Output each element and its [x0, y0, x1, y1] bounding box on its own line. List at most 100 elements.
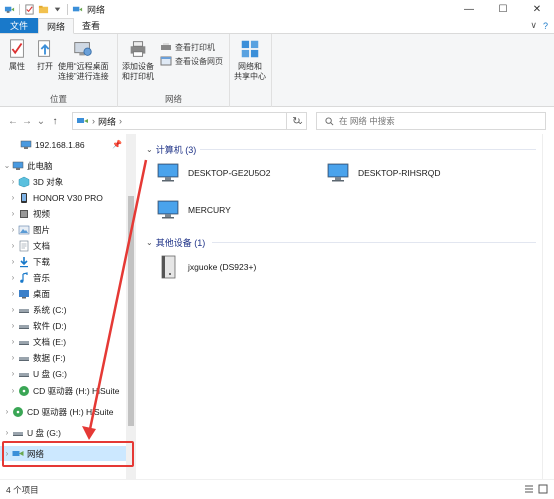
desktop-icon — [19, 289, 29, 298]
details-view-icon[interactable] — [524, 484, 534, 494]
sidebar-item-usb-g[interactable]: › U 盘 (G:) — [0, 366, 126, 381]
group-divider — [212, 242, 536, 243]
customize-icon[interactable] — [52, 4, 63, 15]
view-device-page-button[interactable]: 查看设备网页 — [160, 55, 223, 67]
maximize-button[interactable]: ☐ — [486, 0, 520, 18]
sidebar-scrollbar-thumb[interactable] — [128, 196, 134, 426]
computer-item[interactable]: DESKTOP-GE2U5O2 — [156, 160, 271, 186]
computer-item[interactable]: DESKTOP-RIHSRQD — [326, 160, 441, 186]
sidebar-item-quick-host[interactable]: 192.168.1.86 📌 — [0, 137, 126, 152]
help-icon[interactable]: ? — [543, 21, 548, 31]
sidebar-scrollbar[interactable] — [126, 134, 136, 479]
properties-icon[interactable] — [24, 3, 35, 15]
sidebar-item-pictures[interactable]: › 图片 — [0, 222, 126, 237]
collapsed-chevron-icon[interactable]: › — [2, 428, 12, 437]
sidebar-item-drive-e[interactable]: › 文档 (E:) — [0, 334, 126, 349]
collapsed-chevron-icon[interactable]: › — [8, 321, 18, 330]
tab-view[interactable]: 查看 — [74, 18, 108, 33]
collapsed-chevron-icon[interactable]: › — [8, 337, 18, 346]
nas-device-icon — [161, 255, 176, 279]
sidebar-item-network[interactable]: › 网络 — [0, 446, 126, 461]
minimize-button[interactable]: — — [452, 0, 486, 18]
sidebar-item-cd-drive[interactable]: › CD 驱动器 (H:) HiSuite — [0, 383, 126, 398]
collapsed-chevron-icon[interactable]: › — [8, 289, 18, 298]
tab-network[interactable]: 网络 — [38, 18, 75, 34]
address-path[interactable]: 网络 — [98, 115, 116, 128]
content-scrollbar[interactable] — [542, 134, 554, 479]
sidebar-item-music[interactable]: › 音乐 — [0, 270, 126, 285]
navigation-pane: 192.168.1.86 📌 ⌄ 此电脑 › 3D 对象 › HONOR V30… — [0, 134, 136, 479]
collapsed-chevron-icon[interactable]: › — [8, 305, 18, 314]
cube-icon — [18, 176, 30, 187]
sidebar-item-phone[interactable]: › HONOR V30 PRO — [0, 190, 126, 205]
cd-icon — [13, 406, 23, 417]
computer-icon — [157, 200, 179, 219]
properties-icon — [10, 39, 24, 58]
device-item[interactable]: jxguoke (DS923+) — [156, 254, 256, 280]
recent-locations-button[interactable]: ⌄ — [34, 112, 48, 130]
collapsed-chevron-icon[interactable]: › — [2, 407, 12, 416]
sidebar-item-drive-f[interactable]: › 数据 (F:) — [0, 350, 126, 365]
drive-icon — [19, 324, 29, 329]
collapsed-chevron-icon[interactable]: › — [8, 273, 18, 282]
collapse-chevron-icon[interactable]: ⌄ — [146, 145, 153, 154]
back-button[interactable]: ← — [6, 112, 20, 130]
close-button[interactable]: ✕ — [520, 0, 554, 18]
drive-icon — [19, 340, 29, 345]
video-icon — [20, 209, 28, 218]
ribbon-options: ∨ ? — [530, 18, 554, 33]
up-button[interactable]: ↑ — [48, 112, 62, 130]
collapse-chevron-icon[interactable]: ⌄ — [146, 238, 153, 247]
large-icons-view-icon[interactable] — [538, 484, 548, 494]
collapsed-chevron-icon[interactable]: › — [8, 225, 18, 234]
network-center-button[interactable]: 网络和 共享中心 — [234, 38, 266, 82]
group-divider — [200, 149, 536, 150]
collapsed-chevron-icon[interactable]: › — [8, 177, 18, 186]
sidebar-item-drive-c[interactable]: › 系统 (C:) — [0, 302, 126, 317]
collapsed-chevron-icon[interactable]: › — [8, 353, 18, 362]
collapsed-chevron-icon[interactable]: › — [2, 449, 12, 458]
computer-item[interactable]: MERCURY — [156, 197, 231, 223]
sidebar-item-drive-d[interactable]: › 软件 (D:) — [0, 318, 126, 333]
refresh-button[interactable]: ↻ — [286, 112, 307, 130]
open-button[interactable]: 打开 — [34, 38, 56, 72]
status-bar: 4 个项目 — [0, 479, 554, 499]
address-bar[interactable]: › 网络 › ⌄ — [72, 112, 307, 130]
forward-button[interactable]: → — [20, 112, 34, 130]
collapsed-chevron-icon[interactable]: › — [8, 386, 18, 395]
title-bar: 网络 — ☐ ✕ — [0, 0, 554, 18]
network-center-icon — [241, 40, 259, 58]
expand-ribbon-icon[interactable]: ∨ — [530, 20, 537, 31]
item-count: 4 个项目 — [6, 484, 39, 495]
sidebar-item-downloads[interactable]: › 下载 — [0, 254, 126, 269]
collapsed-chevron-icon[interactable]: › — [8, 369, 18, 378]
sidebar-item-videos[interactable]: › 视频 — [0, 206, 126, 221]
sidebar-item-this-pc[interactable]: ⌄ 此电脑 — [0, 158, 126, 173]
music-icon — [20, 271, 28, 283]
usb-drive-icon — [19, 372, 29, 377]
separator — [67, 3, 68, 15]
file-list: ⌄ 计算机 (3) DESKTOP-GE2U5O2 DESKTOP-RIHSRQ… — [138, 134, 542, 479]
sidebar-item-usb-root[interactable]: › U 盘 (G:) — [0, 425, 126, 440]
search-icon — [325, 116, 334, 125]
sidebar-item-desktop[interactable]: › 桌面 — [0, 286, 126, 301]
add-device-button[interactable]: 添加设备 和打印机 — [122, 38, 154, 82]
pin-icon[interactable]: 📌 — [112, 140, 122, 149]
collapsed-chevron-icon[interactable]: › — [8, 257, 18, 266]
collapsed-chevron-icon[interactable]: › — [8, 209, 18, 218]
view-printers-button[interactable]: 查看打印机 — [160, 41, 215, 53]
remote-desktop-button[interactable]: 使用“远程桌面 连接”进行连接 — [58, 38, 109, 82]
group-header-other-devices[interactable]: ⌄ 其他设备 (1) — [146, 236, 205, 249]
sidebar-item-documents[interactable]: › 文档 — [0, 238, 126, 253]
expanded-chevron-icon[interactable]: ⌄ — [2, 161, 12, 170]
properties-button[interactable]: 属性 — [6, 38, 28, 72]
tab-file[interactable]: 文件 — [0, 18, 39, 33]
sidebar-item-cd-drive-root[interactable]: › CD 驱动器 (H:) HiSuite — [0, 404, 126, 419]
sidebar-item-3d-objects[interactable]: › 3D 对象 — [0, 174, 126, 189]
group-header-computers[interactable]: ⌄ 计算机 (3) — [146, 143, 196, 156]
new-folder-icon[interactable] — [38, 4, 49, 15]
search-box[interactable]: 在 网络 中搜索 — [316, 112, 546, 130]
collapsed-chevron-icon[interactable]: › — [8, 241, 18, 250]
computer-icon — [20, 140, 32, 149]
collapsed-chevron-icon[interactable]: › — [8, 193, 18, 202]
